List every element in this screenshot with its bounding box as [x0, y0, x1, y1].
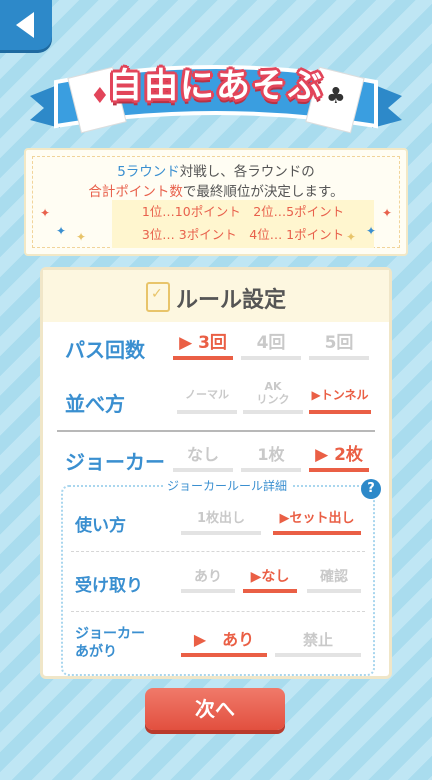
rules-info-box: 5ラウンド対戦し、各ラウンドの 合計ポイント数で最終順位が決定します。 1位…1…	[24, 148, 408, 256]
joker-option-none[interactable]: なし	[173, 442, 233, 472]
arrange-option-normal[interactable]: ノーマル	[177, 384, 237, 414]
receive-option-no[interactable]: ▶なし	[243, 565, 297, 593]
sparkle-icon: ✦	[40, 206, 51, 220]
rule-settings-panel: ルール設定 パス回数 ▶ 3回 4回 5回 並べ方 ノーマル AK リンク ▶ト…	[40, 267, 392, 679]
receive-option-yes[interactable]: あり	[181, 565, 235, 593]
arrange-option-ak-link[interactable]: AK リンク	[243, 380, 303, 414]
receive-option-confirm[interactable]: 確認	[307, 565, 361, 593]
joker-row: ジョーカー なし 1枚 ▶ 2枚	[43, 436, 389, 480]
joker-option-2[interactable]: ▶ 2枚	[309, 442, 369, 472]
info-line-1: 5ラウンド対戦し、各ラウンドの	[117, 164, 315, 180]
pass-count-label: パス回数	[65, 338, 145, 362]
finish-label: ジョーカー あがり	[75, 626, 145, 660]
receive-label: 受け取り	[75, 576, 143, 596]
divider	[57, 430, 375, 432]
usage-label: 使い方	[75, 516, 126, 536]
rank-points-table: 1位…10ポイント 2位…5ポイント 3位… 3ポイント 4位… 1ポイント	[112, 200, 374, 248]
finish-option-allow[interactable]: ▶ あり	[181, 627, 267, 657]
help-icon[interactable]: ?	[361, 479, 381, 499]
back-arrow-icon	[16, 12, 34, 38]
arrange-row: 並べ方 ノーマル AK リンク ▶トンネル	[43, 374, 389, 424]
pass-option-3[interactable]: ▶ 3回	[173, 330, 233, 360]
title-banner: ♦ ♣ 自由にあそぶ	[30, 48, 402, 140]
pass-option-5[interactable]: 5回	[309, 330, 369, 360]
finish-option-forbid[interactable]: 禁止	[275, 627, 361, 657]
next-button[interactable]: 次へ	[145, 688, 285, 730]
page-title: 自由にあそぶ	[108, 66, 324, 106]
sparkle-icon: ✦	[346, 230, 357, 244]
usage-option-single[interactable]: 1枚出し	[181, 507, 261, 535]
receive-row: 受け取り あり ▶なし 確認	[63, 557, 373, 607]
joker-detail-box: ジョーカールール詳細 ? 使い方 1枚出し ▶セット出し 受け取り あり ▶なし…	[61, 477, 381, 676]
usage-row: 使い方 1枚出し ▶セット出し	[63, 499, 373, 545]
sparkle-icon: ✦	[76, 230, 87, 244]
info-line-2: 合計ポイント数で最終順位が決定します。	[88, 184, 344, 200]
arrange-option-tunnel[interactable]: ▶トンネル	[309, 384, 371, 414]
panel-title: ルール設定	[175, 288, 286, 313]
usage-option-set[interactable]: ▶セット出し	[273, 507, 361, 535]
sparkle-icon: ✦	[56, 224, 67, 238]
finish-row: ジョーカー あがり ▶ あり 禁止	[63, 615, 373, 671]
arrange-label: 並べ方	[65, 392, 125, 416]
sparkle-icon: ✦	[382, 206, 393, 220]
back-button[interactable]	[0, 0, 52, 50]
notepad-icon	[145, 282, 170, 312]
joker-option-1[interactable]: 1枚	[241, 442, 301, 472]
pass-option-4[interactable]: 4回	[241, 330, 301, 360]
sparkle-icon: ✦	[366, 224, 377, 238]
pass-count-row: パス回数 ▶ 3回 4回 5回	[43, 326, 389, 372]
panel-header: ルール設定	[43, 270, 389, 322]
joker-label: ジョーカー	[65, 450, 165, 474]
joker-detail-title: ジョーカールール詳細	[163, 477, 292, 494]
